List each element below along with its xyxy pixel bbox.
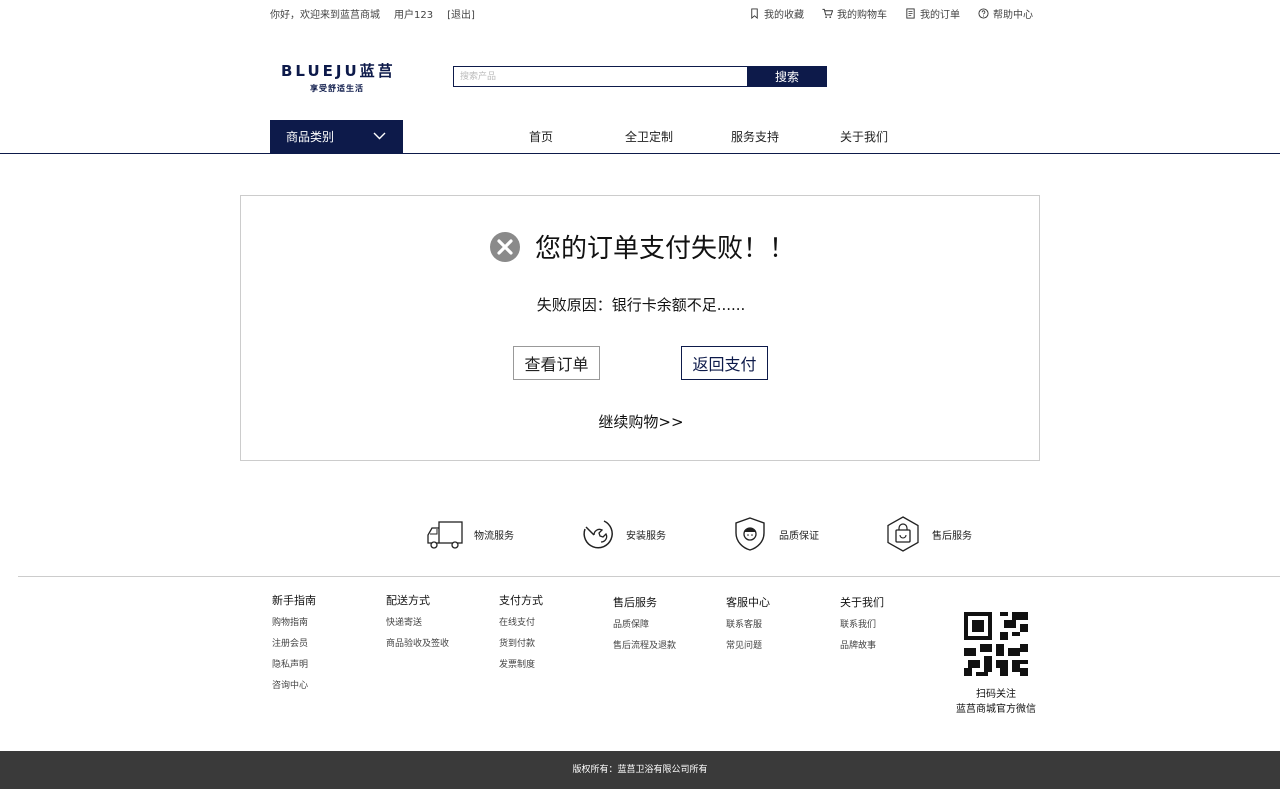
service-install: 安装服务 bbox=[578, 516, 666, 552]
footer-col-payment: 支付方式 在线支付 货到付款 发票制度 bbox=[499, 592, 543, 678]
qr-caption-line2: 蓝莒商城官方微信 bbox=[956, 704, 1036, 715]
footer-link[interactable]: 隐私声明 bbox=[272, 657, 316, 670]
cart-label: 我的购物车 bbox=[837, 10, 887, 21]
footer-col-head: 支付方式 bbox=[499, 594, 543, 607]
footer-col-service: 客服中心 联系客服 常见问题 bbox=[726, 594, 770, 659]
footer-link[interactable]: 在线支付 bbox=[499, 615, 543, 628]
service-quality-label: 品质保证 bbox=[779, 530, 819, 542]
view-order-button[interactable]: 查看订单 bbox=[513, 346, 600, 380]
fail-title-text: 您的订单支付失败！！ bbox=[535, 234, 796, 264]
service-quality: 品质保证 bbox=[731, 516, 819, 552]
footer-link[interactable]: 发票制度 bbox=[499, 657, 543, 670]
shield-icon bbox=[735, 517, 765, 551]
logo-brand: BLUEJU蓝莒 bbox=[281, 62, 396, 80]
nav-about[interactable]: 关于我们 bbox=[840, 128, 888, 145]
service-logistics-label: 物流服务 bbox=[474, 530, 514, 542]
service-install-label: 安装服务 bbox=[626, 530, 666, 542]
fail-heading: 您的订单支付失败！！ bbox=[489, 228, 795, 265]
category-label: 商品类别 bbox=[286, 130, 335, 144]
footer-col-delivery: 配送方式 快递寄送 商品验收及签收 bbox=[386, 592, 449, 657]
favorites-link[interactable]: 我的收藏 bbox=[749, 6, 804, 21]
footer-link[interactable]: 货到付款 bbox=[499, 636, 543, 649]
logo-slogan: 享受舒适生活 bbox=[310, 84, 364, 93]
footer-col-head: 售后服务 bbox=[613, 596, 657, 609]
footer-link[interactable]: 咨询中心 bbox=[272, 678, 316, 691]
service-strip: 物流服务 安装服务 品质保证 售后服务 bbox=[0, 516, 1280, 552]
search-input[interactable] bbox=[453, 66, 747, 87]
chevron-down-icon bbox=[373, 132, 386, 140]
footer-link[interactable]: 品牌故事 bbox=[840, 638, 884, 651]
qr-caption: 扫码关注 蓝莒商城官方微信 bbox=[940, 687, 1052, 717]
footer-link[interactable]: 注册会员 bbox=[272, 636, 316, 649]
footer-col-head: 关于我们 bbox=[840, 596, 884, 609]
fail-reason: 失败原因：银行卡余额不足...... bbox=[536, 296, 746, 314]
service-aftersale-label: 售后服务 bbox=[932, 530, 972, 542]
footer-col-about: 关于我们 联系我们 品牌故事 bbox=[840, 594, 884, 659]
footer-link[interactable]: 快递寄送 bbox=[386, 615, 449, 628]
service-aftersale: 售后服务 bbox=[884, 516, 972, 552]
footer-link[interactable]: 商品验收及签收 bbox=[386, 636, 449, 649]
footer-link[interactable]: 售后流程及退款 bbox=[613, 638, 676, 651]
wrench-icon bbox=[583, 520, 613, 549]
footer-col-head: 客服中心 bbox=[726, 596, 770, 609]
cart-link[interactable]: 我的购物车 bbox=[822, 6, 887, 21]
footer-col-guide: 新手指南 购物指南 注册会员 隐私声明 咨询中心 bbox=[272, 592, 316, 699]
site-logo[interactable]: BLUEJU蓝莒 享受舒适生活 bbox=[281, 60, 393, 94]
cart-icon bbox=[822, 8, 833, 18]
shopping-bag-icon bbox=[887, 516, 919, 552]
top-bar: 你好，欢迎来到蓝莒商城 用户123 [退出] 我的收藏 我的购物车 我的订单 帮… bbox=[0, 0, 1280, 24]
search-button[interactable]: 搜索 bbox=[747, 66, 827, 87]
footer-link[interactable]: 联系我们 bbox=[840, 617, 884, 630]
category-menu[interactable]: 商品类别 bbox=[270, 120, 403, 153]
continue-shopping-link[interactable]: 继续购物>> bbox=[241, 411, 1041, 432]
nav-home[interactable]: 首页 bbox=[529, 128, 553, 145]
nav-support[interactable]: 服务支持 bbox=[731, 128, 779, 145]
favorites-label: 我的收藏 bbox=[764, 10, 804, 21]
fail-circle-x-icon bbox=[490, 231, 520, 262]
qr-caption-line1: 扫码关注 bbox=[976, 689, 1016, 700]
back-to-pay-button[interactable]: 返回支付 bbox=[681, 346, 768, 380]
service-logistics: 物流服务 bbox=[426, 516, 514, 552]
footer-divider bbox=[18, 576, 1280, 577]
nav-custom[interactable]: 全卫定制 bbox=[625, 128, 673, 145]
footer-link[interactable]: 品质保障 bbox=[613, 617, 676, 630]
search-bar: 搜索 bbox=[453, 66, 827, 87]
help-link[interactable]: 帮助中心 bbox=[978, 6, 1033, 21]
username-link[interactable]: 用户123 bbox=[394, 6, 433, 21]
wechat-qr-code bbox=[964, 612, 1028, 676]
footer-col-head: 新手指南 bbox=[272, 594, 316, 607]
help-label: 帮助中心 bbox=[993, 10, 1033, 21]
help-icon bbox=[978, 8, 989, 19]
copyright-bar: 版权所有：蓝莒卫浴有限公司所有 bbox=[0, 751, 1280, 789]
footer-link[interactable]: 购物指南 bbox=[272, 615, 316, 628]
logout-link[interactable]: [退出] bbox=[447, 6, 475, 21]
footer-col-head: 配送方式 bbox=[386, 594, 430, 607]
orders-label: 我的订单 bbox=[920, 10, 960, 21]
footer-col-aftersale: 售后服务 品质保障 售后流程及退款 bbox=[613, 594, 676, 659]
orders-link[interactable]: 我的订单 bbox=[905, 6, 960, 21]
payment-result-panel: 您的订单支付失败！！ 失败原因：银行卡余额不足...... 查看订单 返回支付 … bbox=[240, 195, 1040, 461]
nav-divider bbox=[0, 153, 1280, 154]
footer-link[interactable]: 联系客服 bbox=[726, 617, 770, 630]
footer-link[interactable]: 常见问题 bbox=[726, 638, 770, 651]
truck-icon bbox=[427, 521, 463, 549]
bookmark-icon bbox=[751, 8, 758, 19]
document-icon bbox=[906, 8, 915, 19]
greeting-text: 你好，欢迎来到蓝莒商城 bbox=[270, 10, 380, 21]
